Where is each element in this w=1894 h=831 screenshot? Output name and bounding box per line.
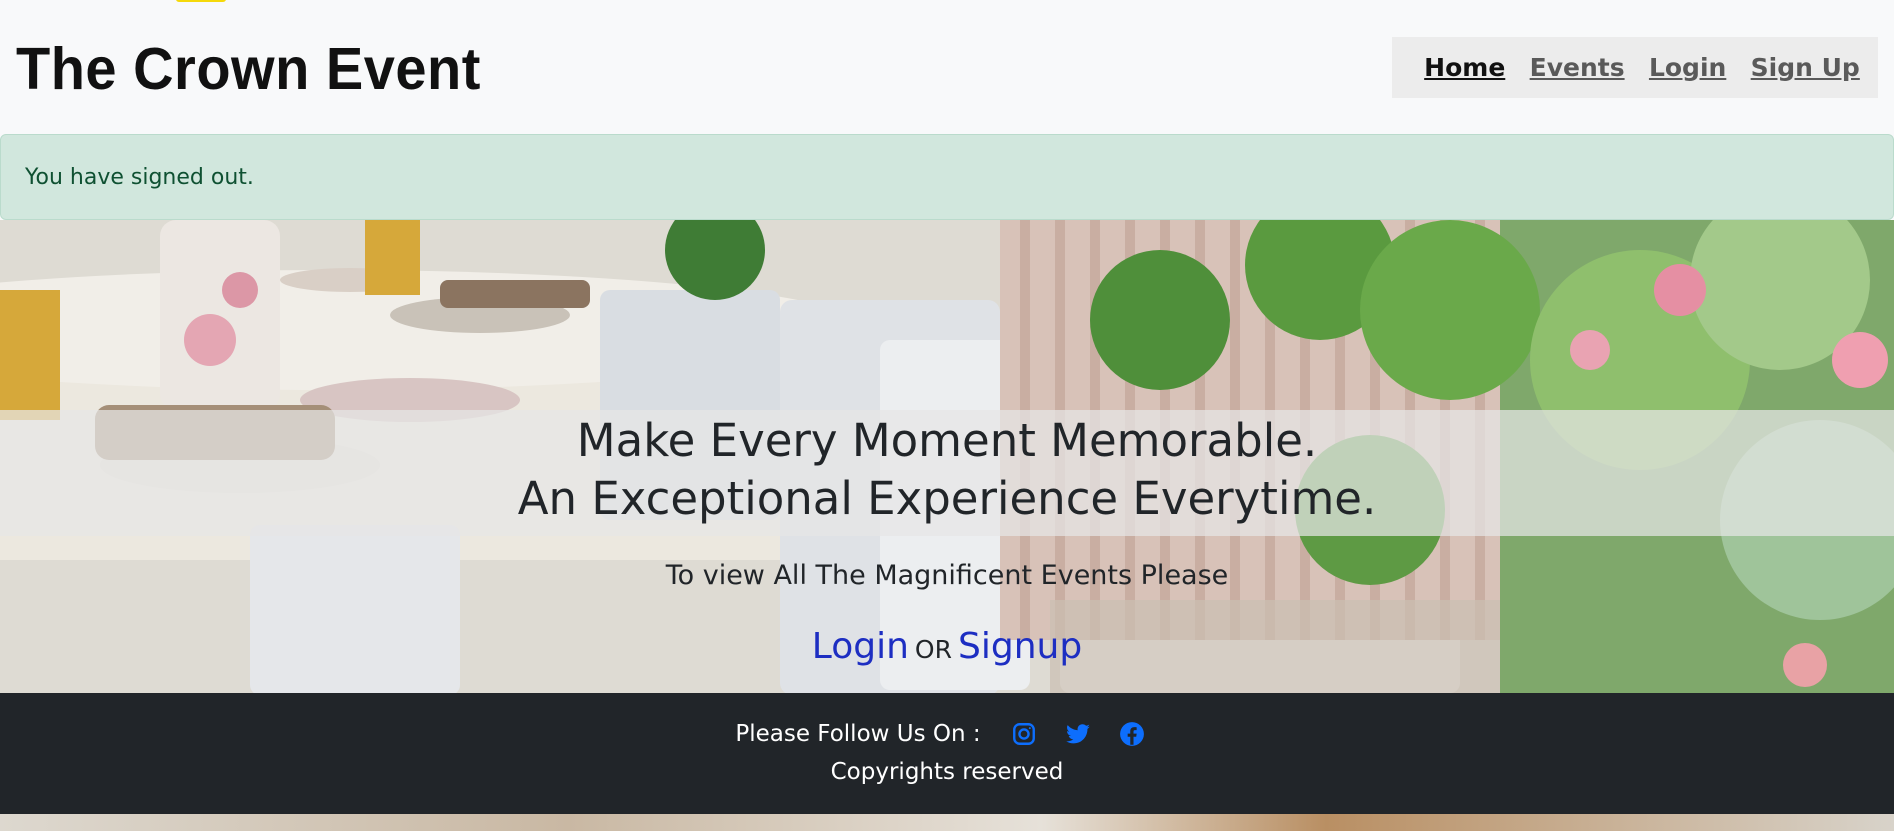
site-footer: Please Follow Us On : Copyrights reserve… [0, 693, 1894, 814]
copyright-text: Copyrights reserved [830, 759, 1064, 785]
background-image-strip [0, 814, 1894, 831]
hero-signup-link[interactable]: Signup [958, 626, 1082, 667]
page: The Crown Event Home Events Login Sign U… [0, 0, 1894, 831]
hero-prompt: To view All The Magnificent Events Pleas… [665, 560, 1229, 591]
site-header: The Crown Event Home Events Login Sign U… [0, 0, 1894, 134]
follow-label: Please Follow Us On : [735, 721, 981, 747]
hero-section: Make Every Moment Memorable. An Exceptio… [0, 220, 1894, 693]
nav-login-link[interactable]: Login [1649, 53, 1726, 82]
instagram-icon[interactable] [1011, 721, 1037, 747]
follow-row: Please Follow Us On : [0, 721, 1894, 747]
hero-cta: Login OR Signup [0, 626, 1894, 667]
tagline-line-1: Make Every Moment Memorable. [576, 414, 1318, 467]
signed-out-alert: You have signed out. [0, 134, 1894, 220]
alert-message: You have signed out. [25, 164, 254, 190]
nav-signup-link[interactable]: Sign Up [1751, 53, 1860, 82]
main-nav: Home Events Login Sign Up [1392, 37, 1878, 98]
nav-events-link[interactable]: Events [1530, 53, 1625, 82]
twitter-icon[interactable] [1065, 721, 1091, 747]
or-text: OR [914, 635, 952, 664]
brand-accent [176, 0, 226, 2]
facebook-icon[interactable] [1119, 721, 1145, 747]
site-title[interactable]: The Crown Event [16, 34, 481, 103]
hero-tagline: Make Every Moment Memorable. An Exceptio… [0, 412, 1894, 528]
hero-login-link[interactable]: Login [812, 626, 909, 667]
tagline-line-2: An Exceptional Experience Everytime. [517, 472, 1377, 525]
nav-home-link[interactable]: Home [1424, 53, 1505, 82]
social-icons [997, 721, 1159, 747]
